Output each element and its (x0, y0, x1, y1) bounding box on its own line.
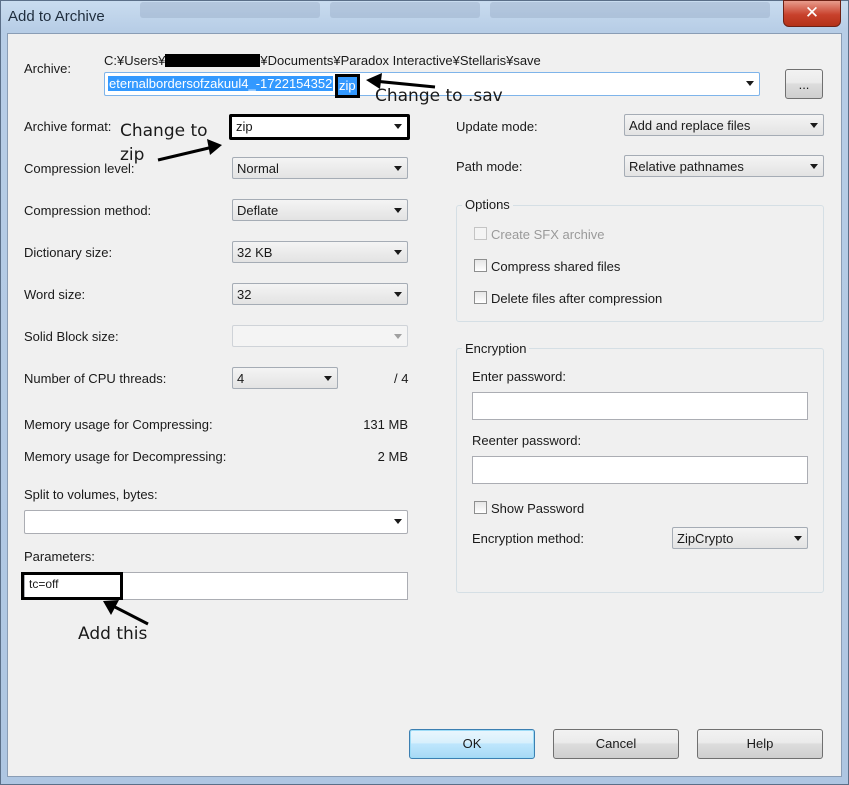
dictionary-size-value: 32 KB (237, 245, 273, 260)
chevron-down-icon[interactable] (394, 124, 402, 129)
reenter-password-input[interactable] (472, 456, 808, 484)
solid-block-size-label: Solid Block size: (24, 329, 119, 344)
solid-block-size-select[interactable] (232, 325, 408, 347)
cpu-threads-select[interactable]: 4 (232, 367, 338, 389)
word-size-label: Word size: (24, 287, 86, 302)
parameters-label: Parameters: (24, 549, 95, 564)
path-mode-select[interactable]: Relative pathnames (624, 155, 824, 177)
arrow-to-format (157, 145, 214, 162)
chevron-down-icon[interactable] (794, 536, 802, 541)
encryption-method-label: Encryption method: (472, 531, 585, 546)
split-volumes-label: Split to volumes, bytes: (24, 487, 158, 502)
encryption-method-select[interactable]: ZipCrypto (672, 527, 808, 549)
chevron-down-icon[interactable] (394, 519, 402, 524)
word-size-value: 32 (237, 287, 252, 302)
ok-button[interactable]: OK (409, 729, 535, 759)
compression-level-value: Normal (237, 161, 279, 176)
compression-method-select[interactable]: Deflate (232, 199, 408, 221)
chevron-down-icon[interactable] (394, 208, 402, 213)
cpu-threads-value: 4 (237, 371, 245, 386)
options-group-title: Options (462, 197, 513, 212)
show-password-checkbox[interactable] (474, 501, 487, 514)
chevron-down-icon[interactable] (394, 166, 402, 171)
update-mode-label: Update mode: (456, 119, 538, 134)
archive-format-label: Archive format: (24, 119, 112, 134)
compression-level-label: Compression level: (24, 161, 135, 176)
memory-decompress-value: 2 MB (377, 449, 408, 464)
compression-method-label: Compression method: (24, 203, 152, 218)
parameters-value: tc=off (29, 577, 59, 591)
chevron-down-icon[interactable] (810, 164, 818, 169)
compression-level-select[interactable]: Normal (232, 157, 408, 179)
split-volumes-combobox[interactable] (24, 510, 408, 534)
create-sfx-label: Create SFX archive (491, 227, 605, 242)
compress-shared-label: Compress shared files (491, 259, 621, 274)
help-button[interactable]: Help (697, 729, 823, 759)
encryption-method-value: ZipCrypto (677, 531, 734, 546)
path-mode-label: Path mode: (456, 159, 523, 174)
annotation-change-sav: Change to .sav (375, 86, 503, 106)
compression-method-value: Deflate (237, 203, 279, 218)
annotation-change-zip-line1: Change to (120, 121, 208, 141)
memory-decompress-label: Memory usage for Decompressing: (24, 449, 227, 464)
encryption-group-title: Encryption (462, 341, 530, 356)
dictionary-size-label: Dictionary size: (24, 245, 113, 260)
show-password-label: Show Password (491, 501, 585, 516)
chevron-down-icon[interactable] (394, 292, 402, 297)
chevron-down-icon[interactable] (324, 376, 332, 381)
delete-after-label: Delete files after compression (491, 291, 663, 306)
memory-compress-label: Memory usage for Compressing: (24, 417, 213, 432)
memory-compress-value: 131 MB (363, 417, 408, 432)
annotation-add-this: Add this (78, 624, 148, 644)
cpu-threads-label: Number of CPU threads: (24, 371, 167, 386)
chevron-down-icon[interactable] (394, 334, 402, 339)
path-mode-value: Relative pathnames (629, 159, 744, 174)
arrow-head (207, 139, 222, 155)
cancel-button[interactable]: Cancel (553, 729, 679, 759)
archive-format-select[interactable]: zip (229, 114, 410, 140)
arrow-to-parameters (110, 603, 149, 626)
reenter-password-label: Reenter password: (472, 433, 582, 448)
chevron-down-icon[interactable] (394, 250, 402, 255)
parameters-annotation-box: tc=off (21, 572, 123, 600)
dictionary-size-select[interactable]: 32 KB (232, 241, 408, 263)
update-mode-select[interactable]: Add and replace files (624, 114, 824, 136)
compress-shared-checkbox[interactable] (474, 259, 487, 272)
enter-password-input[interactable] (472, 392, 808, 420)
enter-password-label: Enter password: (472, 369, 566, 384)
cpu-threads-max: / 4 (394, 371, 409, 386)
chevron-down-icon[interactable] (810, 123, 818, 128)
word-size-select[interactable]: 32 (232, 283, 408, 305)
archive-format-value: zip (236, 119, 253, 134)
create-sfx-checkbox[interactable] (474, 227, 487, 240)
update-mode-value: Add and replace files (629, 118, 751, 133)
delete-after-checkbox[interactable] (474, 291, 487, 304)
